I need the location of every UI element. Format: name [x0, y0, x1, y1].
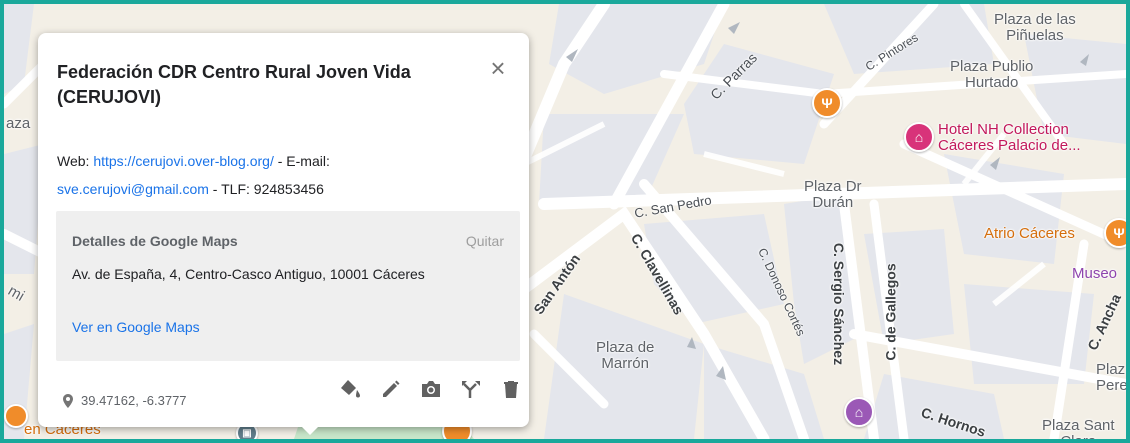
- label-c-sergio: C. Sergio Sánchez: [831, 242, 848, 366]
- location-pin-icon: [63, 393, 73, 408]
- label-museo[interactable]: Museo: [1072, 266, 1117, 282]
- label-left-aza: aza: [6, 115, 31, 132]
- hotel-pin-icon[interactable]: ⌂: [904, 122, 934, 152]
- coordinates-text: 39.47162, -6.3777: [81, 393, 187, 408]
- label-plaza-santa: Plaza Sant Clara: [1042, 417, 1115, 443]
- remove-button[interactable]: Quitar: [466, 233, 504, 249]
- address: Av. de España, 4, Centro-Casco Antiguo, …: [72, 266, 425, 282]
- label-plaza-pinuelas: Plaza de las Piñuelas: [994, 11, 1076, 44]
- directions-icon[interactable]: [458, 376, 484, 402]
- map-frame: Plaza de las Piñuelas Plaza Publio Hurta…: [0, 0, 1130, 443]
- label-plaza-duran: Plaza Dr Durán: [804, 178, 862, 211]
- pencil-icon[interactable]: [378, 376, 404, 402]
- left-pin-icon[interactable]: [4, 404, 28, 428]
- restaurant-pin-icon[interactable]: Ψ: [812, 88, 842, 118]
- place-info-card: Federación CDR Centro Rural Joven Vida (…: [38, 33, 529, 435]
- google-maps-details-title: Detalles de Google Maps: [72, 233, 238, 249]
- view-in-google-maps-link[interactable]: Ver en Google Maps: [72, 319, 200, 335]
- label-plaza-marron: Plaza de Marrón: [596, 339, 655, 372]
- phone-label: - TLF: 924853456: [208, 181, 324, 197]
- close-icon[interactable]: ×: [485, 55, 511, 81]
- card-toolbar: [338, 376, 524, 402]
- label-atrio[interactable]: Atrio Cáceres: [984, 226, 1075, 242]
- card-pointer: [300, 425, 320, 435]
- website-link[interactable]: https://cerujovi.over-blog.org/: [93, 153, 274, 169]
- place-title: Federación CDR Centro Rural Joven Vida (…: [57, 62, 411, 107]
- web-label: Web:: [57, 153, 94, 169]
- atrio-pin-icon[interactable]: Ψ: [1104, 218, 1126, 248]
- museum-pin-icon[interactable]: ⌂: [844, 397, 874, 427]
- label-c-gallegos: C. de Gallegos: [882, 263, 899, 361]
- label-plaza-publio: Plaza Publio Hurtado: [950, 58, 1034, 91]
- trash-icon[interactable]: [498, 376, 524, 402]
- label-hotel[interactable]: Hotel NH Collection Cáceres Palacio de..…: [938, 122, 1081, 154]
- paint-bucket-icon[interactable]: [338, 376, 364, 402]
- email-link[interactable]: sve.cerujovi@gmail.com: [57, 181, 209, 197]
- label-plaza-pere: Plaz Pere: [1096, 361, 1128, 394]
- google-maps-details: Detalles de Google Maps Quitar Av. de Es…: [56, 211, 520, 361]
- email-label: - E-mail:: [273, 153, 330, 169]
- coordinates: 39.47162, -6.3777: [63, 393, 187, 408]
- place-description: Web: https://cerujovi.over-blog.org/ - E…: [57, 147, 507, 203]
- camera-icon[interactable]: [418, 376, 444, 402]
